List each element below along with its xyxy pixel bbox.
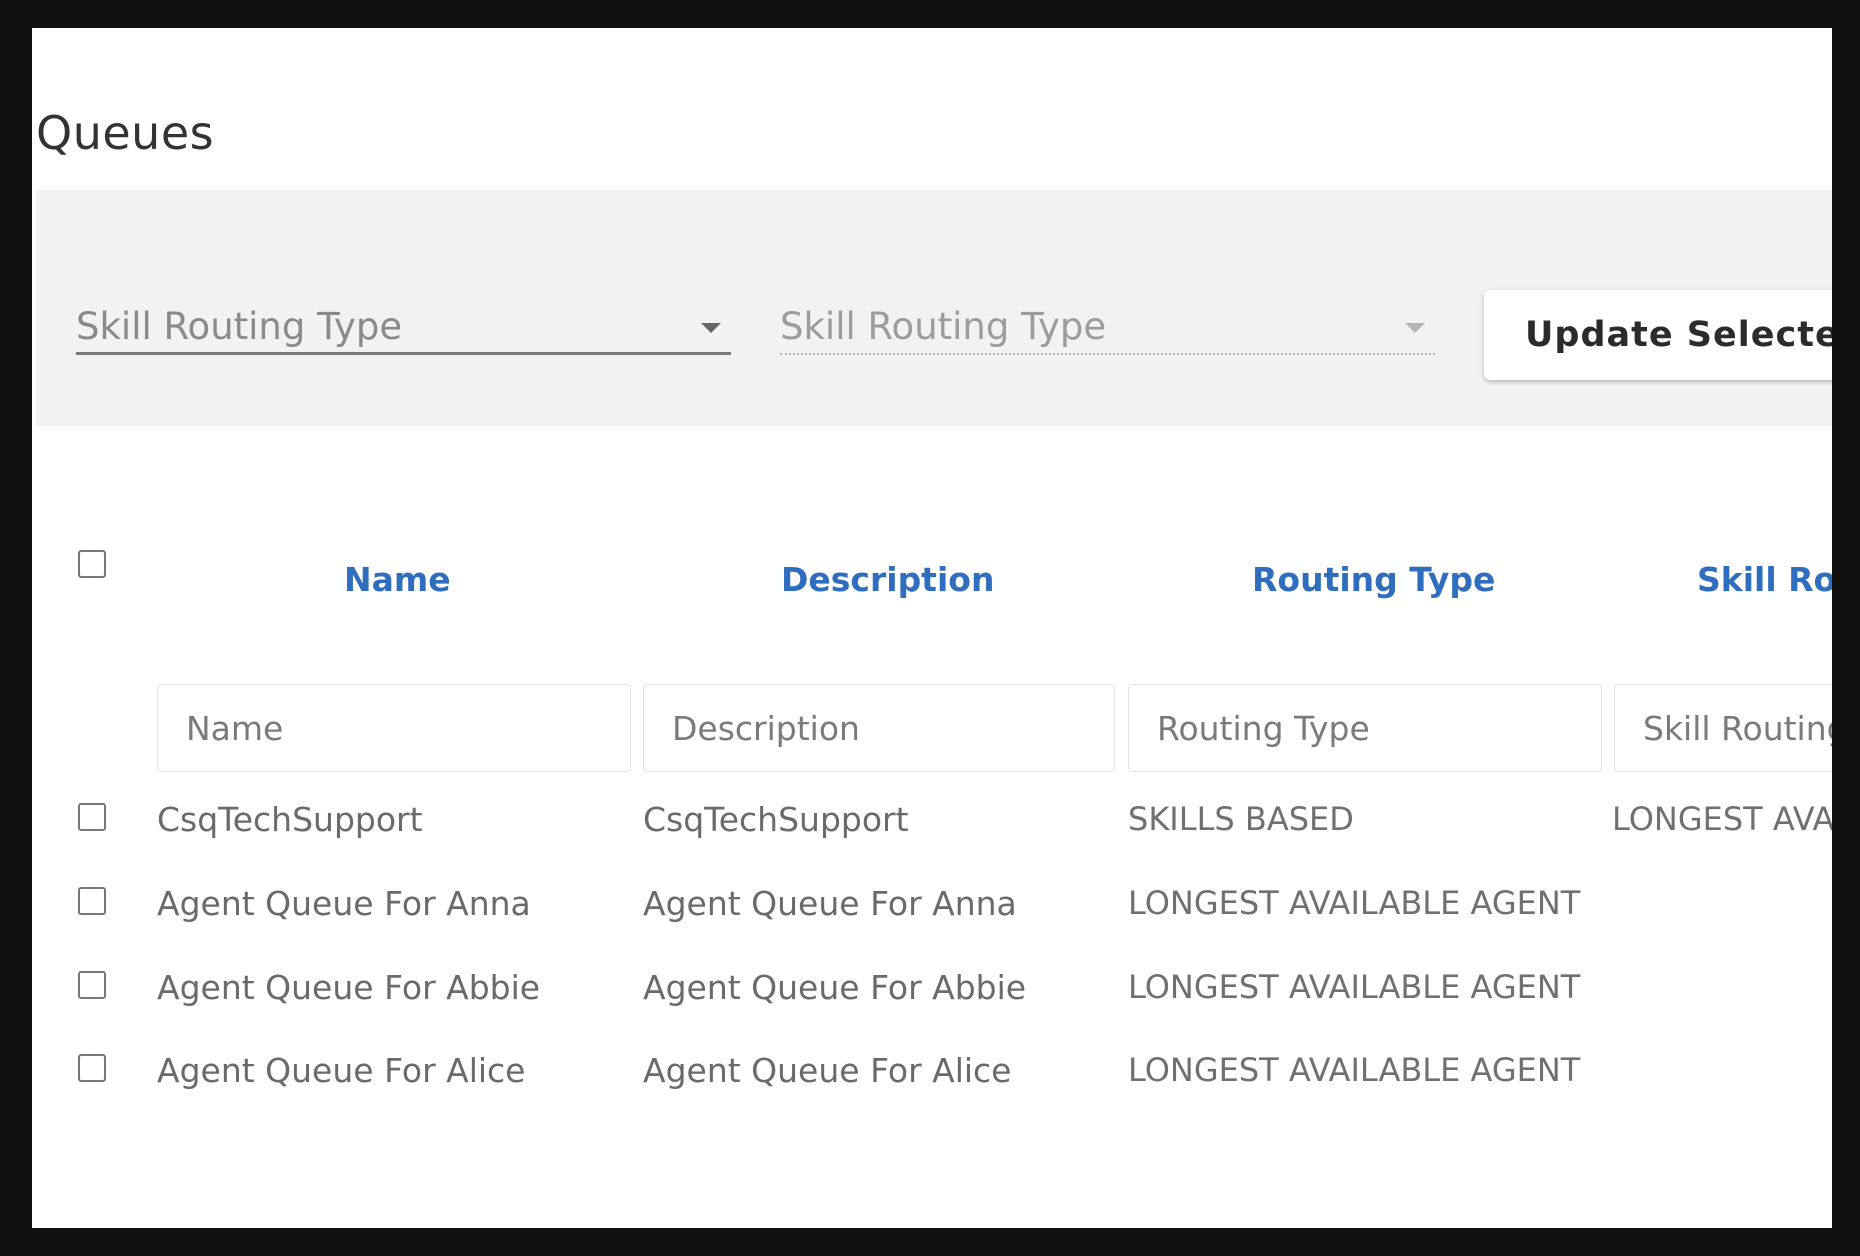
cell-name: CsqTechSupport: [157, 800, 423, 839]
row-checkbox[interactable]: [78, 887, 106, 915]
update-selected-button[interactable]: Update Selected: [1484, 290, 1832, 380]
select-all-checkbox[interactable]: [78, 550, 106, 578]
dropdown-arrow-icon: [1405, 323, 1425, 333]
queues-page: Queues Skill Routing Type Skill Routing …: [32, 28, 1832, 1228]
table-row[interactable]: Agent Queue For Alice Agent Queue For Al…: [32, 1041, 1832, 1101]
cell-name: Agent Queue For Abbie: [157, 968, 541, 1007]
cell-routing-type: LONGEST AVAILABLE AGENT: [1128, 884, 1581, 922]
cell-description: Agent Queue For Alice: [643, 1051, 1012, 1090]
skill-routing-filter-input[interactable]: [1614, 684, 1832, 772]
dropdown-arrow-icon: [701, 323, 721, 333]
column-header-description[interactable]: Description: [781, 560, 994, 599]
routing-type-filter-input[interactable]: [1128, 684, 1602, 772]
description-filter-input[interactable]: [643, 684, 1115, 772]
cell-description: CsqTechSupport: [643, 800, 909, 839]
cell-description: Agent Queue For Abbie: [643, 968, 1027, 1007]
cell-name: Agent Queue For Alice: [157, 1051, 526, 1090]
cell-routing-type: SKILLS BASED: [1128, 800, 1354, 838]
table-row[interactable]: Agent Queue For Anna Agent Queue For Ann…: [32, 874, 1832, 934]
row-checkbox[interactable]: [78, 803, 106, 831]
row-checkbox[interactable]: [78, 1054, 106, 1082]
name-filter-input[interactable]: [157, 684, 631, 772]
table-row[interactable]: Agent Queue For Abbie Agent Queue For Ab…: [32, 958, 1832, 1018]
column-header-skill-routing[interactable]: Skill Rou: [1697, 560, 1832, 599]
cell-skill-routing: LONGEST AVA: [1612, 800, 1832, 838]
row-checkbox[interactable]: [78, 971, 106, 999]
skill-routing-type-select[interactable]: Skill Routing Type: [76, 295, 731, 355]
table-row[interactable]: CsqTechSupport CsqTechSupport SKILLS BAS…: [32, 790, 1832, 850]
skill-routing-type-select-label: Skill Routing Type: [76, 305, 403, 348]
cell-name: Agent Queue For Anna: [157, 884, 531, 923]
column-header-routing-type[interactable]: Routing Type: [1252, 560, 1495, 599]
bulk-update-toolbar: Skill Routing Type Skill Routing Type Up…: [36, 190, 1832, 426]
page-title: Queues: [36, 106, 215, 160]
cell-description: Agent Queue For Anna: [643, 884, 1017, 923]
cell-routing-type: LONGEST AVAILABLE AGENT: [1128, 968, 1581, 1006]
skill-routing-type-select-secondary[interactable]: Skill Routing Type: [780, 295, 1435, 355]
column-header-name[interactable]: Name: [344, 560, 451, 599]
cell-routing-type: LONGEST AVAILABLE AGENT: [1128, 1051, 1581, 1089]
skill-routing-type-select-secondary-label: Skill Routing Type: [780, 305, 1107, 348]
